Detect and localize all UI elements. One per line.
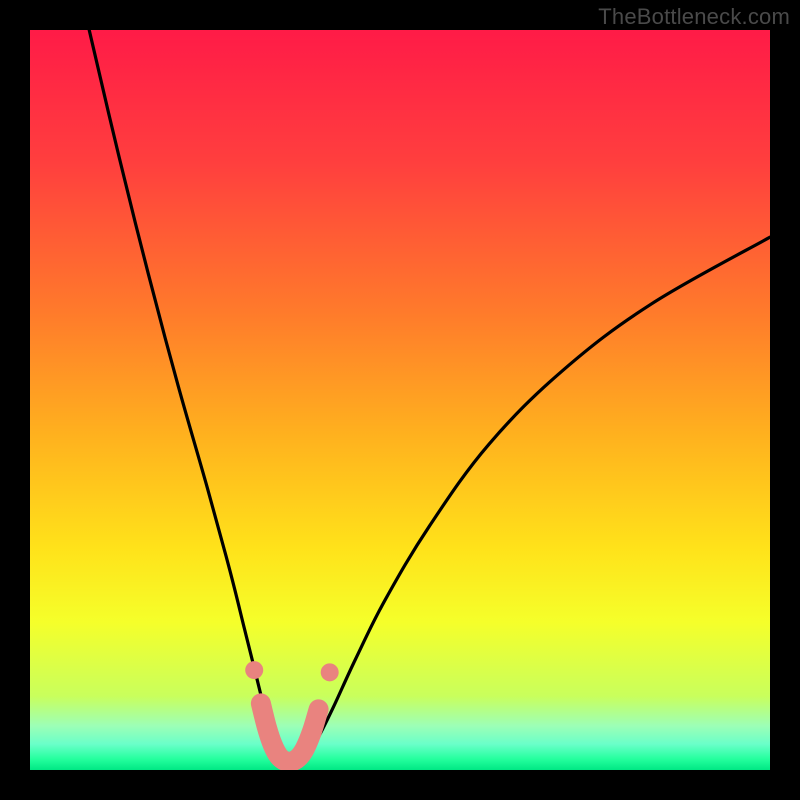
watermark-label: TheBottleneck.com — [598, 4, 790, 30]
plot-area — [30, 30, 770, 770]
chart-stage: TheBottleneck.com — [0, 0, 800, 800]
gradient-background — [30, 30, 770, 770]
marker-dot — [245, 661, 263, 679]
chart-svg — [30, 30, 770, 770]
marker-dot — [321, 663, 339, 681]
